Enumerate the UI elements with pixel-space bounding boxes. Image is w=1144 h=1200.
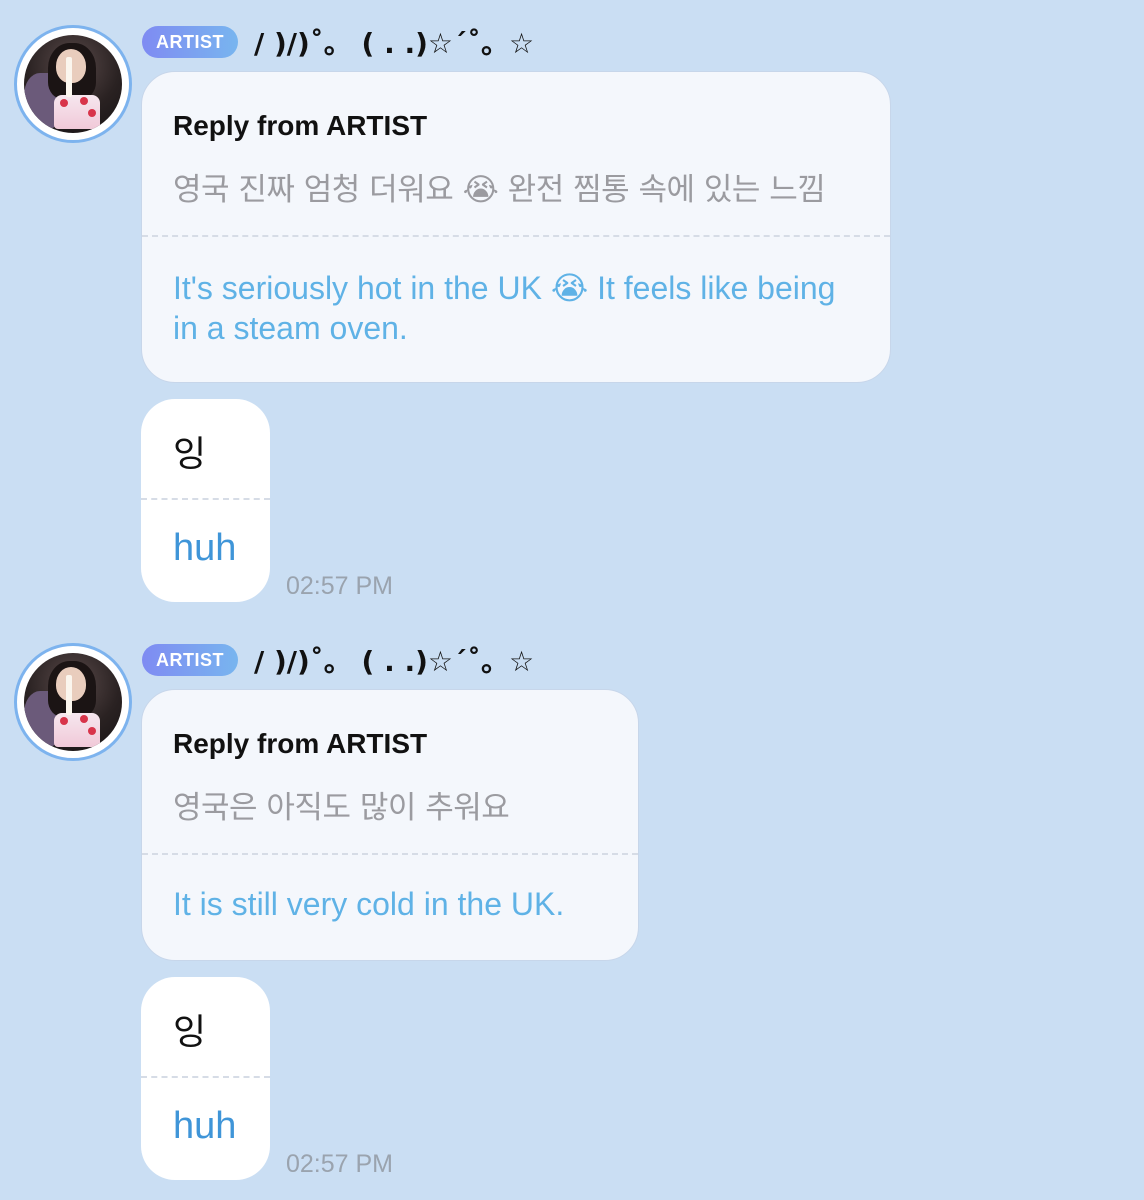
message-header: ARTIST / )/)˚。 ( . .)☆´˚。☆ (142, 22, 534, 62)
reply-title: Reply from ARTIST (173, 728, 428, 759)
bubble-original-text: 잉 (173, 434, 207, 475)
sender-name[interactable]: / )/)˚。 ( . .)☆´˚。☆ (254, 640, 534, 680)
translation-divider (142, 235, 890, 237)
avatar-photo (24, 35, 122, 133)
artist-avatar[interactable] (14, 643, 132, 761)
reply-card[interactable]: Reply from ARTIST 영국 진짜 엄청 더워요 😭 완전 찜통 속… (141, 71, 891, 383)
reply-translation-text: It is still very cold in the UK. (173, 886, 565, 922)
reply-translation-text: It's seriously hot in the UK 😭 It feels … (173, 270, 836, 346)
avatar-photo (24, 653, 122, 751)
artist-badge: ARTIST (142, 644, 238, 676)
artist-badge: ARTIST (142, 26, 238, 58)
sender-name[interactable]: / )/)˚。 ( . .)☆´˚。☆ (254, 22, 534, 62)
bubble-translation-text: huh (173, 1105, 237, 1147)
reply-title: Reply from ARTIST (173, 110, 428, 141)
bubble-translation-text: huh (173, 527, 237, 569)
bubble-divider (141, 498, 270, 500)
reply-original-text: 영국은 아직도 많이 추워요 (173, 790, 510, 826)
message-timestamp: 02:57 PM (286, 1150, 394, 1178)
message-timestamp: 02:57 PM (286, 572, 394, 600)
reply-original-text: 영국 진짜 엄청 더워요 😭 완전 찜통 속에 있는 느낌 (173, 172, 826, 208)
bubble-divider (141, 1076, 270, 1078)
translation-divider (142, 853, 638, 855)
message-header: ARTIST / )/)˚。 ( . .)☆´˚。☆ (142, 640, 534, 680)
reply-card[interactable]: Reply from ARTIST 영국은 아직도 많이 추워요 It is s… (141, 689, 639, 961)
artist-avatar[interactable] (14, 25, 132, 143)
message-bubble[interactable]: 잉 huh (141, 399, 270, 602)
bubble-original-text: 잉 (173, 1012, 207, 1053)
message-bubble[interactable]: 잉 huh (141, 977, 270, 1180)
